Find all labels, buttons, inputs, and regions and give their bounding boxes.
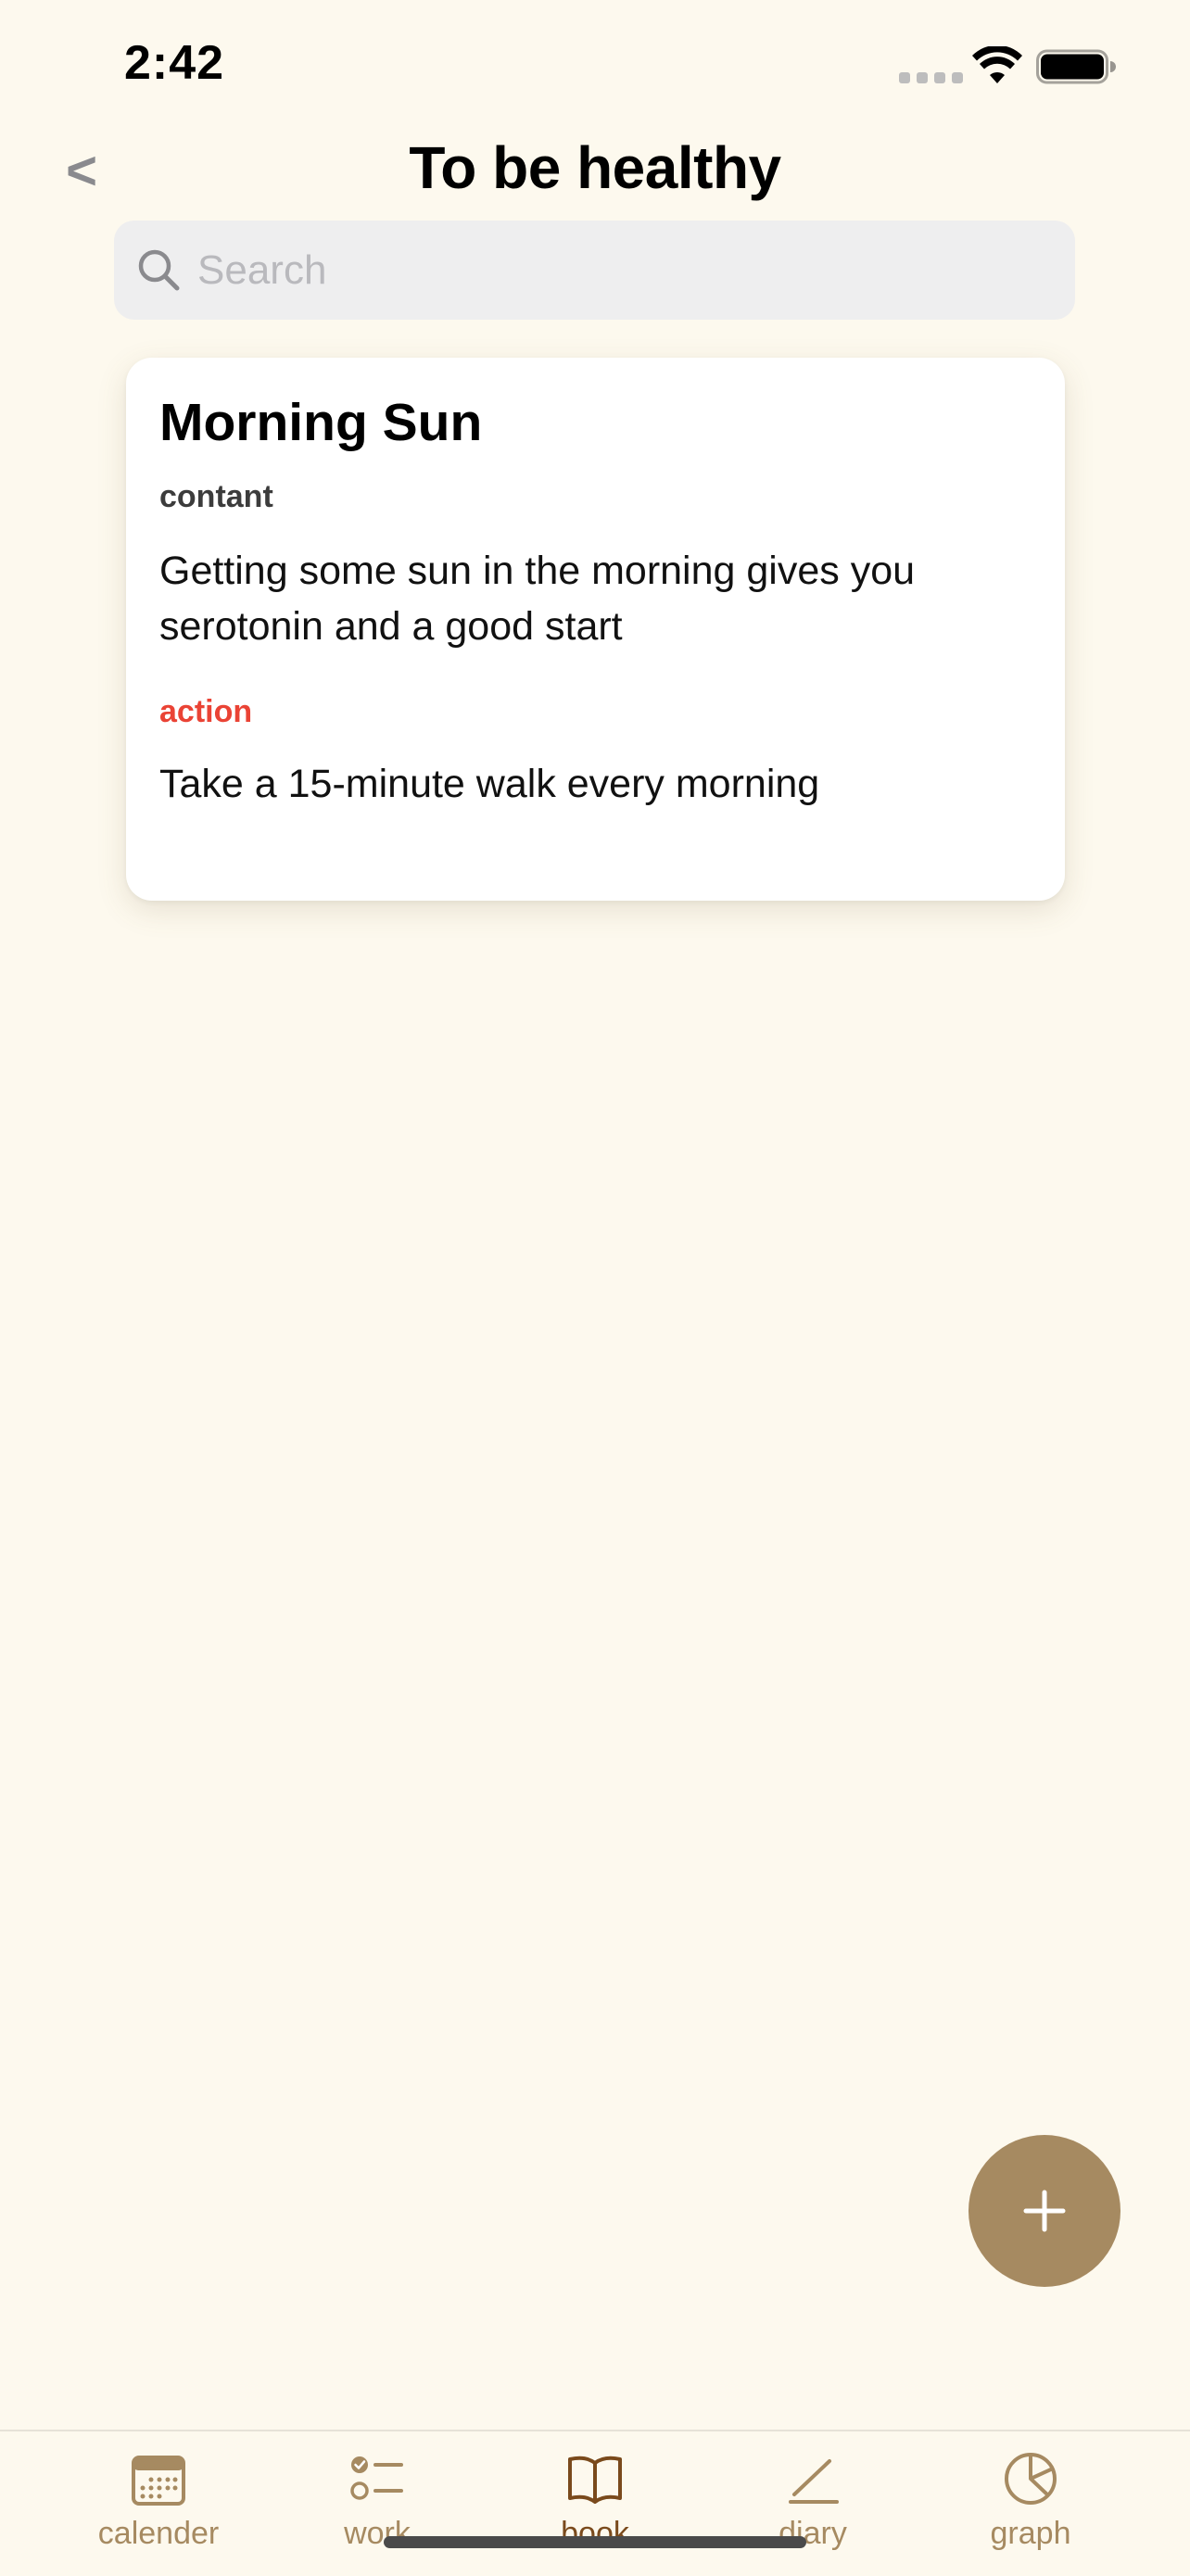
tab-graph[interactable]: graph bbox=[921, 2431, 1140, 2576]
card-content-text: Getting some sun in the morning gives yo… bbox=[159, 549, 916, 649]
tab-calender[interactable]: calender bbox=[49, 2431, 268, 2576]
calendar-icon bbox=[132, 2456, 185, 2506]
card-action-text: Take a 15-minute walk every morning bbox=[159, 762, 820, 806]
tab-label: calender bbox=[97, 2516, 220, 2551]
add-button[interactable] bbox=[968, 2135, 1120, 2287]
status-bar: 2:42 bbox=[0, 0, 1190, 130]
tab-work[interactable]: work bbox=[268, 2431, 487, 2576]
card-content-label: contant bbox=[159, 479, 273, 514]
search-input[interactable] bbox=[197, 221, 1050, 320]
tab-bar: calender work book diary graph bbox=[0, 2430, 1190, 2574]
search-icon bbox=[138, 249, 180, 291]
tab-book[interactable]: book bbox=[486, 2431, 704, 2576]
pencil-icon bbox=[789, 2459, 839, 2504]
card-action-label: action bbox=[159, 694, 253, 729]
cellular-signal-icon bbox=[899, 72, 963, 83]
home-indicator bbox=[384, 2536, 806, 2548]
status-time: 2:42 bbox=[124, 36, 225, 90]
pie-chart-icon bbox=[1005, 2453, 1057, 2505]
wifi-icon bbox=[972, 46, 1022, 83]
tab-diary[interactable]: diary bbox=[703, 2431, 922, 2576]
note-card[interactable]: Morning Sun contant Getting some sun in … bbox=[126, 358, 1065, 901]
card-title: Morning Sun bbox=[159, 393, 483, 452]
book-icon bbox=[568, 2456, 622, 2504]
search-bar[interactable] bbox=[114, 221, 1075, 320]
plus-icon bbox=[1023, 2190, 1066, 2232]
page-title: To be healthy bbox=[409, 134, 781, 201]
battery-icon bbox=[1036, 49, 1116, 84]
checklist-icon bbox=[350, 2456, 403, 2500]
tab-label: graph bbox=[990, 2516, 1071, 2551]
